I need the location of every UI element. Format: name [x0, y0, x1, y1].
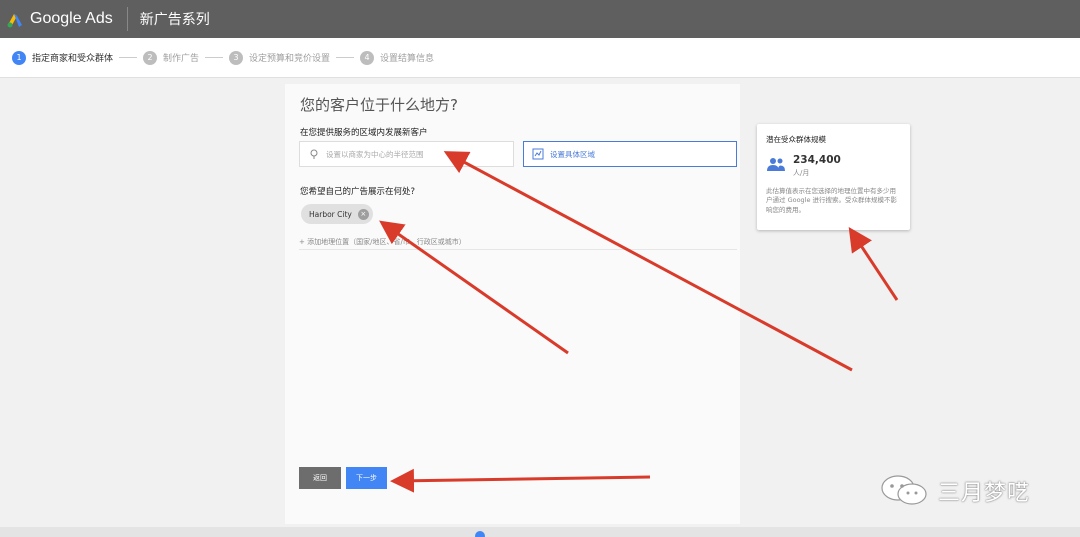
watermark: 三月梦呓: [878, 474, 1030, 508]
step-number: 4: [360, 50, 375, 65]
area-option-label: 设置具体区域: [550, 149, 595, 159]
campaign-title: 新广告系列: [139, 12, 210, 28]
audience-count: 234,400: [793, 154, 841, 166]
location-panel: 您的客户位于什么地方? 在您提供服务的区域内发展新客户 设置以商家为中心的半径范…: [285, 84, 740, 524]
audience-size-card: 潜在受众群体规模 234,400 人/月 此估算值表示在您选择的地理位置中有多少…: [757, 124, 910, 230]
wechat-icon: [881, 475, 927, 505]
map-area-icon: [532, 148, 544, 160]
step-label: 设置结算信息: [380, 54, 435, 64]
step-4[interactable]: 4 设置结算信息: [360, 50, 435, 65]
step-1[interactable]: 1 指定商家和受众群体: [12, 50, 114, 65]
step-number: 1: [12, 50, 26, 65]
audience-unit: 人/月: [793, 169, 810, 177]
step-connector: [205, 57, 224, 58]
location-chip-label: Harbor City: [309, 209, 352, 219]
page-title: 您的客户位于什么地方?: [300, 96, 458, 114]
step-2[interactable]: 2 制作广告: [143, 50, 200, 65]
remove-chip-icon[interactable]: ×: [357, 208, 369, 220]
audience-description: 此估算值表示在您选择的地理位置中有多少用户通过 Google 进行搜索。受众群体…: [766, 187, 898, 214]
step-number: 2: [143, 50, 158, 65]
step-3[interactable]: 3 设定预算和竞价设置: [229, 50, 331, 65]
people-icon: [767, 158, 785, 171]
step-label: 指定商家和受众群体: [32, 54, 114, 64]
step-number: 3: [229, 50, 244, 65]
help-dot[interactable]: [475, 531, 485, 537]
radius-option-label: 设置以商家为中心的半径范围: [326, 149, 424, 159]
back-button[interactable]: 返回: [299, 467, 341, 489]
step-label: 制作广告: [163, 54, 200, 64]
step-connector: [336, 57, 355, 58]
section-label-service-area: 在您提供服务的区域内发展新客户: [300, 128, 428, 138]
step-label: 设定预算和竞价设置: [249, 54, 331, 64]
section-divider: [299, 249, 737, 250]
area-option-button[interactable]: 设置具体区域: [523, 141, 737, 167]
radius-option-button[interactable]: 设置以商家为中心的半径范围: [299, 141, 514, 167]
step-connector: [119, 57, 138, 58]
add-location-link[interactable]: + 添加地理位置（国家/地区、省/市、行政区或城市）: [299, 237, 466, 247]
map-pin-icon: [310, 149, 318, 159]
section-label-ad-location: 您希望自己的广告展示在何处?: [300, 187, 416, 197]
next-button[interactable]: 下一步: [346, 467, 387, 489]
campaign-stepper: 1 指定商家和受众群体 2 制作广告 3 设定预算和竞价设置 4 设置结算信息: [0, 38, 1080, 78]
watermark-text: 三月梦呓: [938, 481, 1031, 506]
arrow-to-audience-card: [848, 226, 899, 301]
top-app-bar: Google Ads 新广告系列: [0, 0, 1080, 38]
location-chip[interactable]: Harbor City ×: [301, 204, 373, 224]
app-brand[interactable]: Google Ads: [30, 10, 113, 28]
header-divider: [126, 7, 128, 31]
audience-card-title: 潜在受众群体规模: [766, 135, 826, 144]
google-ads-logo-icon: [7, 14, 22, 28]
bottom-bar: [0, 527, 1080, 537]
